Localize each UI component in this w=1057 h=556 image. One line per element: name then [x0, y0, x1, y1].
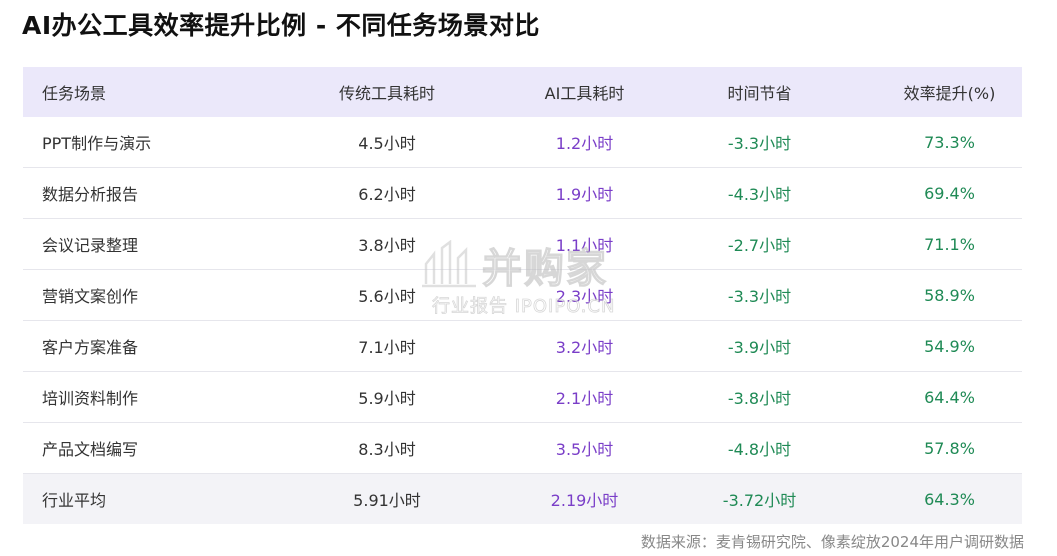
comparison-table-container: 任务场景 传统工具耗时 AI工具耗时 时间节省 效率提升(%) PPT制作与演示…	[23, 67, 1022, 524]
cell-traditional-time: 4.5小时	[247, 117, 527, 168]
table-row: 培训资料制作 5.9小时 2.1小时 -3.8小时 64.4%	[23, 371, 1022, 423]
cell-efficiency: 71.1%	[877, 218, 1022, 270]
cell-scene: 行业平均	[23, 473, 247, 524]
cell-efficiency: 73.3%	[877, 117, 1022, 168]
cell-ai-time: 2.3小时	[527, 269, 642, 321]
cell-time-saved: -4.3小时	[642, 167, 877, 219]
cell-time-saved: -4.8小时	[642, 422, 877, 474]
cell-ai-time: 3.5小时	[527, 422, 642, 474]
cell-scene: 产品文档编写	[23, 422, 247, 474]
cell-traditional-time: 5.6小时	[247, 269, 527, 321]
cell-ai-time: 3.2小时	[527, 320, 642, 372]
cell-time-saved: -3.9小时	[642, 320, 877, 372]
cell-efficiency: 64.3%	[877, 473, 1022, 524]
cell-scene: PPT制作与演示	[23, 117, 247, 168]
cell-scene: 营销文案创作	[23, 269, 247, 321]
cell-efficiency: 57.8%	[877, 422, 1022, 474]
cell-time-saved: -3.72小时	[642, 473, 877, 524]
cell-scene: 客户方案准备	[23, 320, 247, 372]
cell-traditional-time: 7.1小时	[247, 320, 527, 372]
header-traditional-time: 传统工具耗时	[247, 67, 527, 117]
cell-time-saved: -3.8小时	[642, 371, 877, 423]
table-row: 数据分析报告 6.2小时 1.9小时 -4.3小时 69.4%	[23, 167, 1022, 219]
cell-ai-time: 2.1小时	[527, 371, 642, 423]
average-row: 行业平均 5.91小时 2.19小时 -3.72小时 64.3%	[23, 473, 1022, 524]
table-header-row: 任务场景 传统工具耗时 AI工具耗时 时间节省 效率提升(%)	[23, 67, 1022, 117]
cell-efficiency: 58.9%	[877, 269, 1022, 321]
cell-ai-time: 1.2小时	[527, 117, 642, 168]
cell-traditional-time: 3.8小时	[247, 218, 527, 270]
cell-time-saved: -3.3小时	[642, 117, 877, 168]
cell-efficiency: 69.4%	[877, 167, 1022, 219]
table-row: PPT制作与演示 4.5小时 1.2小时 -3.3小时 73.3%	[23, 117, 1022, 168]
cell-scene: 会议记录整理	[23, 218, 247, 270]
table-row: 客户方案准备 7.1小时 3.2小时 -3.9小时 54.9%	[23, 320, 1022, 372]
header-scene: 任务场景	[23, 67, 247, 117]
table-row: 营销文案创作 5.6小时 2.3小时 -3.3小时 58.9%	[23, 269, 1022, 321]
cell-efficiency: 54.9%	[877, 320, 1022, 372]
cell-traditional-time: 5.9小时	[247, 371, 527, 423]
cell-scene: 数据分析报告	[23, 167, 247, 219]
cell-time-saved: -2.7小时	[642, 218, 877, 270]
page-title: AI办公工具效率提升比例 - 不同任务场景对比	[22, 11, 540, 40]
cell-ai-time: 1.9小时	[527, 167, 642, 219]
cell-scene: 培训资料制作	[23, 371, 247, 423]
table-row: 会议记录整理 3.8小时 1.1小时 -2.7小时 71.1%	[23, 218, 1022, 270]
cell-traditional-time: 6.2小时	[247, 167, 527, 219]
header-time-saved: 时间节省	[642, 67, 877, 117]
cell-traditional-time: 8.3小时	[247, 422, 527, 474]
source-note: 数据来源：麦肯锡研究院、像素绽放2024年用户调研数据	[640, 533, 1024, 551]
cell-time-saved: -3.3小时	[642, 269, 877, 321]
cell-traditional-time: 5.91小时	[247, 473, 527, 524]
header-efficiency: 效率提升(%)	[877, 67, 1022, 117]
cell-efficiency: 64.4%	[877, 371, 1022, 423]
table-row: 产品文档编写 8.3小时 3.5小时 -4.8小时 57.8%	[23, 422, 1022, 474]
cell-ai-time: 1.1小时	[527, 218, 642, 270]
cell-ai-time: 2.19小时	[527, 473, 642, 524]
comparison-table: 任务场景 传统工具耗时 AI工具耗时 时间节省 效率提升(%) PPT制作与演示…	[23, 67, 1022, 524]
header-ai-time: AI工具耗时	[527, 67, 642, 117]
